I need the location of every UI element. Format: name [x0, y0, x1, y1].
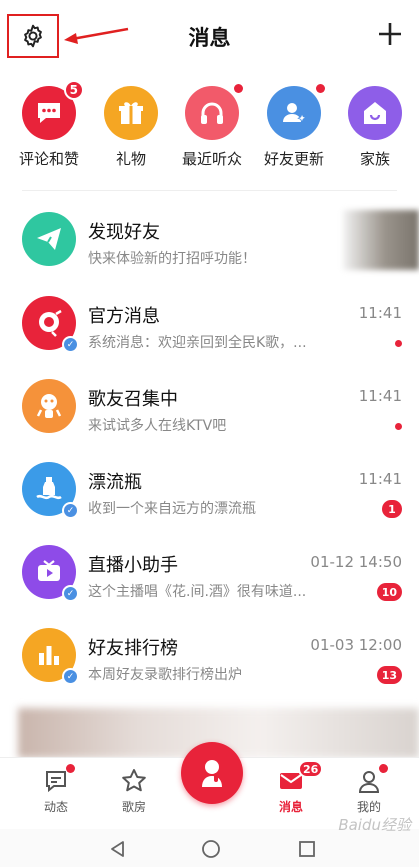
unread-dot	[234, 84, 243, 93]
tab-song-room[interactable]: 歌房	[99, 766, 169, 815]
verified-icon: ✓	[62, 336, 79, 353]
unread-dot	[66, 764, 75, 773]
category-recent-listeners[interactable]: 最近听众	[170, 84, 254, 169]
headphones-icon	[201, 102, 223, 124]
back-icon[interactable]	[108, 839, 128, 859]
item-time: 11:41	[358, 470, 402, 488]
item-title: 好友排行榜	[88, 638, 178, 659]
list-item-live-assistant[interactable]: ✓ 直播小助手 这个主播唱《花.间.酒》很有味道... 01-12 14:50 …	[0, 529, 419, 613]
item-time: 01-03 12:00	[310, 636, 402, 654]
official-icon	[39, 309, 62, 337]
verified-icon: ✓	[62, 502, 79, 519]
divider	[22, 190, 397, 191]
verified-icon: ✓	[62, 585, 79, 602]
item-subtitle: 来试试多人在线KTV吧	[88, 418, 227, 434]
page-title: 消息	[188, 26, 231, 50]
item-subtitle: 快来体验新的打招呼功能！	[88, 251, 256, 267]
bar-chart-icon	[39, 646, 59, 665]
category-gifts[interactable]: 礼物	[89, 86, 173, 169]
tab-me[interactable]: 我的	[334, 764, 404, 815]
unread-dot	[395, 423, 402, 430]
category-comments-likes[interactable]: 5 评论和赞	[7, 80, 91, 169]
verified-icon: ✓	[62, 668, 79, 685]
category-label: 好友更新	[263, 150, 324, 168]
profile-icon	[358, 771, 380, 793]
recents-icon[interactable]	[297, 839, 317, 859]
unread-count-badge: 26	[298, 760, 324, 778]
bottle-icon	[36, 477, 62, 500]
blurred-thumbnail	[343, 210, 419, 270]
item-subtitle: 这个主播唱《花.间.酒》很有味道...	[88, 584, 307, 600]
gift-icon	[119, 102, 143, 124]
list-item-drift-bottle[interactable]: ✓ 漂流瓶 收到一个来自远方的漂流瓶 11:41 1	[0, 446, 419, 530]
item-time: 11:41	[358, 387, 402, 405]
item-time: 01-12 14:50	[310, 553, 402, 571]
item-title: 歌友召集中	[88, 389, 178, 410]
comment-icon	[38, 103, 60, 123]
feed-icon	[46, 771, 66, 793]
tv-icon	[38, 560, 60, 581]
list-item-song-friends[interactable]: 歌友召集中 来试试多人在线KTV吧 11:41	[0, 363, 419, 447]
item-subtitle: 本周好友录歌排行榜出炉	[88, 667, 242, 683]
singer-icon	[202, 760, 222, 787]
unread-count-badge: 13	[376, 666, 402, 684]
tab-label: 歌房	[121, 800, 146, 814]
home-icon	[364, 102, 386, 124]
list-item-discover-friends[interactable]: 发现好友 快来体验新的打招呼功能！	[0, 196, 419, 280]
watermark: Baidu经验	[338, 816, 411, 834]
ktv-icon	[36, 394, 62, 418]
star-icon	[122, 769, 146, 792]
category-label: 礼物	[115, 150, 146, 168]
add-icon[interactable]	[377, 21, 403, 47]
item-time: 11:41	[358, 304, 402, 322]
paper-plane-icon	[37, 228, 61, 250]
category-strip: 5 评论和赞 礼物 最近听众 好友更新 家族	[0, 80, 419, 176]
friend-update-icon	[283, 103, 307, 124]
item-subtitle: 系统消息：欢迎亲回到全民K歌，...	[88, 335, 307, 351]
tab-feed[interactable]: 动态	[21, 764, 91, 815]
list-item-friend-ranking[interactable]: ✓ 好友排行榜 本周好友录歌排行榜出炉 01-03 12:00 13	[0, 612, 419, 696]
category-label: 家族	[359, 150, 390, 168]
tab-label: 动态	[43, 800, 68, 814]
category-friend-updates[interactable]: 好友更新	[252, 84, 336, 169]
category-family[interactable]: 家族	[333, 86, 417, 169]
header: 消息	[0, 0, 419, 72]
tab-messages[interactable]: 26 消息	[256, 760, 326, 815]
record-button[interactable]	[181, 742, 243, 804]
category-label: 最近听众	[181, 150, 242, 168]
list-item-official-news[interactable]: ✓ 官方消息 系统消息：欢迎亲回到全民K歌，... 11:41	[0, 280, 419, 364]
tab-label: 消息	[278, 800, 303, 814]
unread-count-badge: 1	[382, 500, 402, 518]
item-title: 直播小助手	[88, 555, 178, 576]
unread-count-badge: 10	[376, 583, 402, 601]
unread-count-badge: 5	[63, 80, 84, 100]
unread-dot	[395, 340, 402, 347]
home-button-icon[interactable]	[201, 839, 221, 859]
category-label: 评论和赞	[18, 150, 79, 168]
item-subtitle: 收到一个来自远方的漂流瓶	[88, 501, 256, 517]
unread-dot	[316, 84, 325, 93]
item-title: 发现好友	[88, 222, 160, 243]
unread-dot	[379, 764, 388, 773]
tab-label: 我的	[356, 800, 381, 814]
item-title: 漂流瓶	[88, 472, 142, 493]
item-title: 官方消息	[88, 306, 160, 327]
